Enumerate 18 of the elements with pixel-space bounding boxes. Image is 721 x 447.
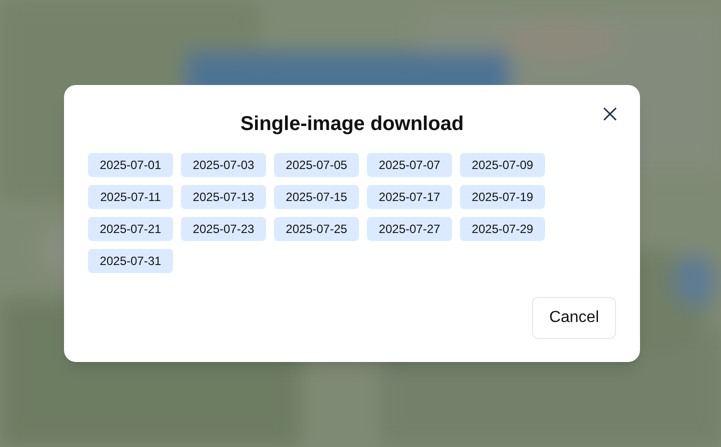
date-chip[interactable]: 2025-07-09	[460, 153, 545, 177]
dialog-title: Single-image download	[240, 112, 464, 137]
date-chip[interactable]: 2025-07-07	[367, 153, 452, 177]
date-chip[interactable]: 2025-07-15	[274, 185, 359, 209]
date-chip[interactable]: 2025-07-21	[88, 217, 173, 241]
date-chip[interactable]: 2025-07-11	[88, 185, 173, 209]
date-chip[interactable]: 2025-07-01	[88, 153, 173, 177]
cancel-button[interactable]: Cancel	[532, 297, 616, 339]
date-chip[interactable]: 2025-07-29	[460, 217, 545, 241]
date-chip[interactable]: 2025-07-03	[181, 153, 266, 177]
date-chip[interactable]: 2025-07-19	[460, 185, 545, 209]
date-chip[interactable]: 2025-07-17	[367, 185, 452, 209]
date-chip[interactable]: 2025-07-23	[181, 217, 266, 241]
date-chip[interactable]: 2025-07-13	[181, 185, 266, 209]
date-chip[interactable]: 2025-07-31	[88, 249, 173, 273]
date-chip[interactable]: 2025-07-27	[367, 217, 452, 241]
date-chip[interactable]: 2025-07-05	[274, 153, 359, 177]
date-chip[interactable]: 2025-07-25	[274, 217, 359, 241]
